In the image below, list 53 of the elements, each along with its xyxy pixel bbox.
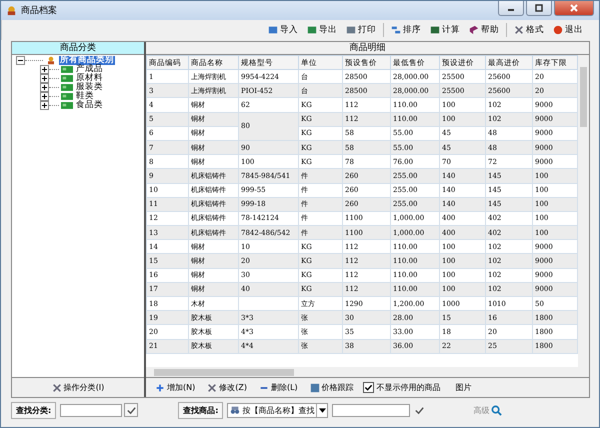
- card-icon: [61, 101, 73, 110]
- tree-item[interactable]: 服装类: [75, 83, 104, 92]
- goods-search-field[interactable]: [332, 404, 410, 416]
- search-label: 查找商品:: [178, 402, 224, 418]
- checkbox-label: 不显示停用的商品: [376, 382, 441, 393]
- panel-title: 商品分类: [12, 42, 144, 55]
- toolbar-button[interactable]: 排序: [387, 23, 425, 37]
- category-search-field[interactable]: [60, 404, 122, 416]
- toolbar-button[interactable]: 退出: [549, 23, 587, 37]
- confirm-button[interactable]: [124, 403, 138, 417]
- toolbar-button[interactable]: 导出: [303, 23, 341, 37]
- plus-icon: [155, 382, 165, 392]
- checkbox[interactable]: [362, 382, 374, 393]
- picture-button[interactable]: 图片: [452, 381, 475, 394]
- action-button[interactable]: 增加(N): [152, 381, 198, 394]
- collapse-toggle[interactable]: [16, 56, 25, 65]
- toolbar-button[interactable]: 计算: [426, 23, 464, 37]
- tree-item[interactable]: 食品类: [75, 101, 104, 110]
- panel-title: 商品明细: [146, 42, 589, 55]
- toolbar-button[interactable]: 格式: [510, 23, 548, 37]
- toolbar-button[interactable]: 打印: [342, 23, 380, 37]
- card-icon: [61, 92, 73, 101]
- toolbar-button[interactable]: 导入: [264, 23, 302, 37]
- horizontal-scrollbar[interactable]: [146, 367, 578, 377]
- action-button[interactable]: 修改(Z): [204, 381, 250, 394]
- manage-categories-button[interactable]: 操作分类(I): [48, 381, 108, 394]
- caret-icon: [318, 408, 326, 412]
- tree-item[interactable]: 鞋类: [75, 92, 95, 101]
- card-icon: [61, 65, 73, 74]
- search-mode-dropdown[interactable]: 按【商品名称】查找: [227, 402, 328, 418]
- app-icon: [6, 5, 17, 16]
- card-icon: [61, 74, 73, 83]
- card-icon: [61, 83, 73, 92]
- toolbar-button[interactable]: 帮助: [465, 23, 503, 37]
- maximize-icon: [534, 3, 544, 13]
- expand-toggle[interactable]: [40, 74, 49, 83]
- expand-toggle[interactable]: [40, 65, 49, 74]
- search-icon: [491, 404, 502, 416]
- close-button[interactable]: [554, 1, 594, 16]
- maximize-button[interactable]: [526, 1, 552, 16]
- expand-toggle[interactable]: [40, 83, 49, 92]
- close-icon: [569, 3, 579, 13]
- action-button[interactable]: 删除(L): [256, 381, 301, 394]
- check-icon[interactable]: [414, 404, 426, 416]
- window-title: 商品档案: [21, 4, 57, 17]
- expand-toggle[interactable]: [40, 92, 49, 101]
- search-label: 查找分类:: [11, 402, 56, 418]
- vertical-scrollbar[interactable]: [578, 55, 589, 377]
- tree-item[interactable]: 原材料: [75, 74, 104, 83]
- expand-toggle[interactable]: [40, 101, 49, 110]
- minimize-button[interactable]: [498, 1, 524, 16]
- tree-item[interactable]: 产成品: [75, 65, 104, 74]
- action-button[interactable]: 价格跟踪: [306, 381, 357, 394]
